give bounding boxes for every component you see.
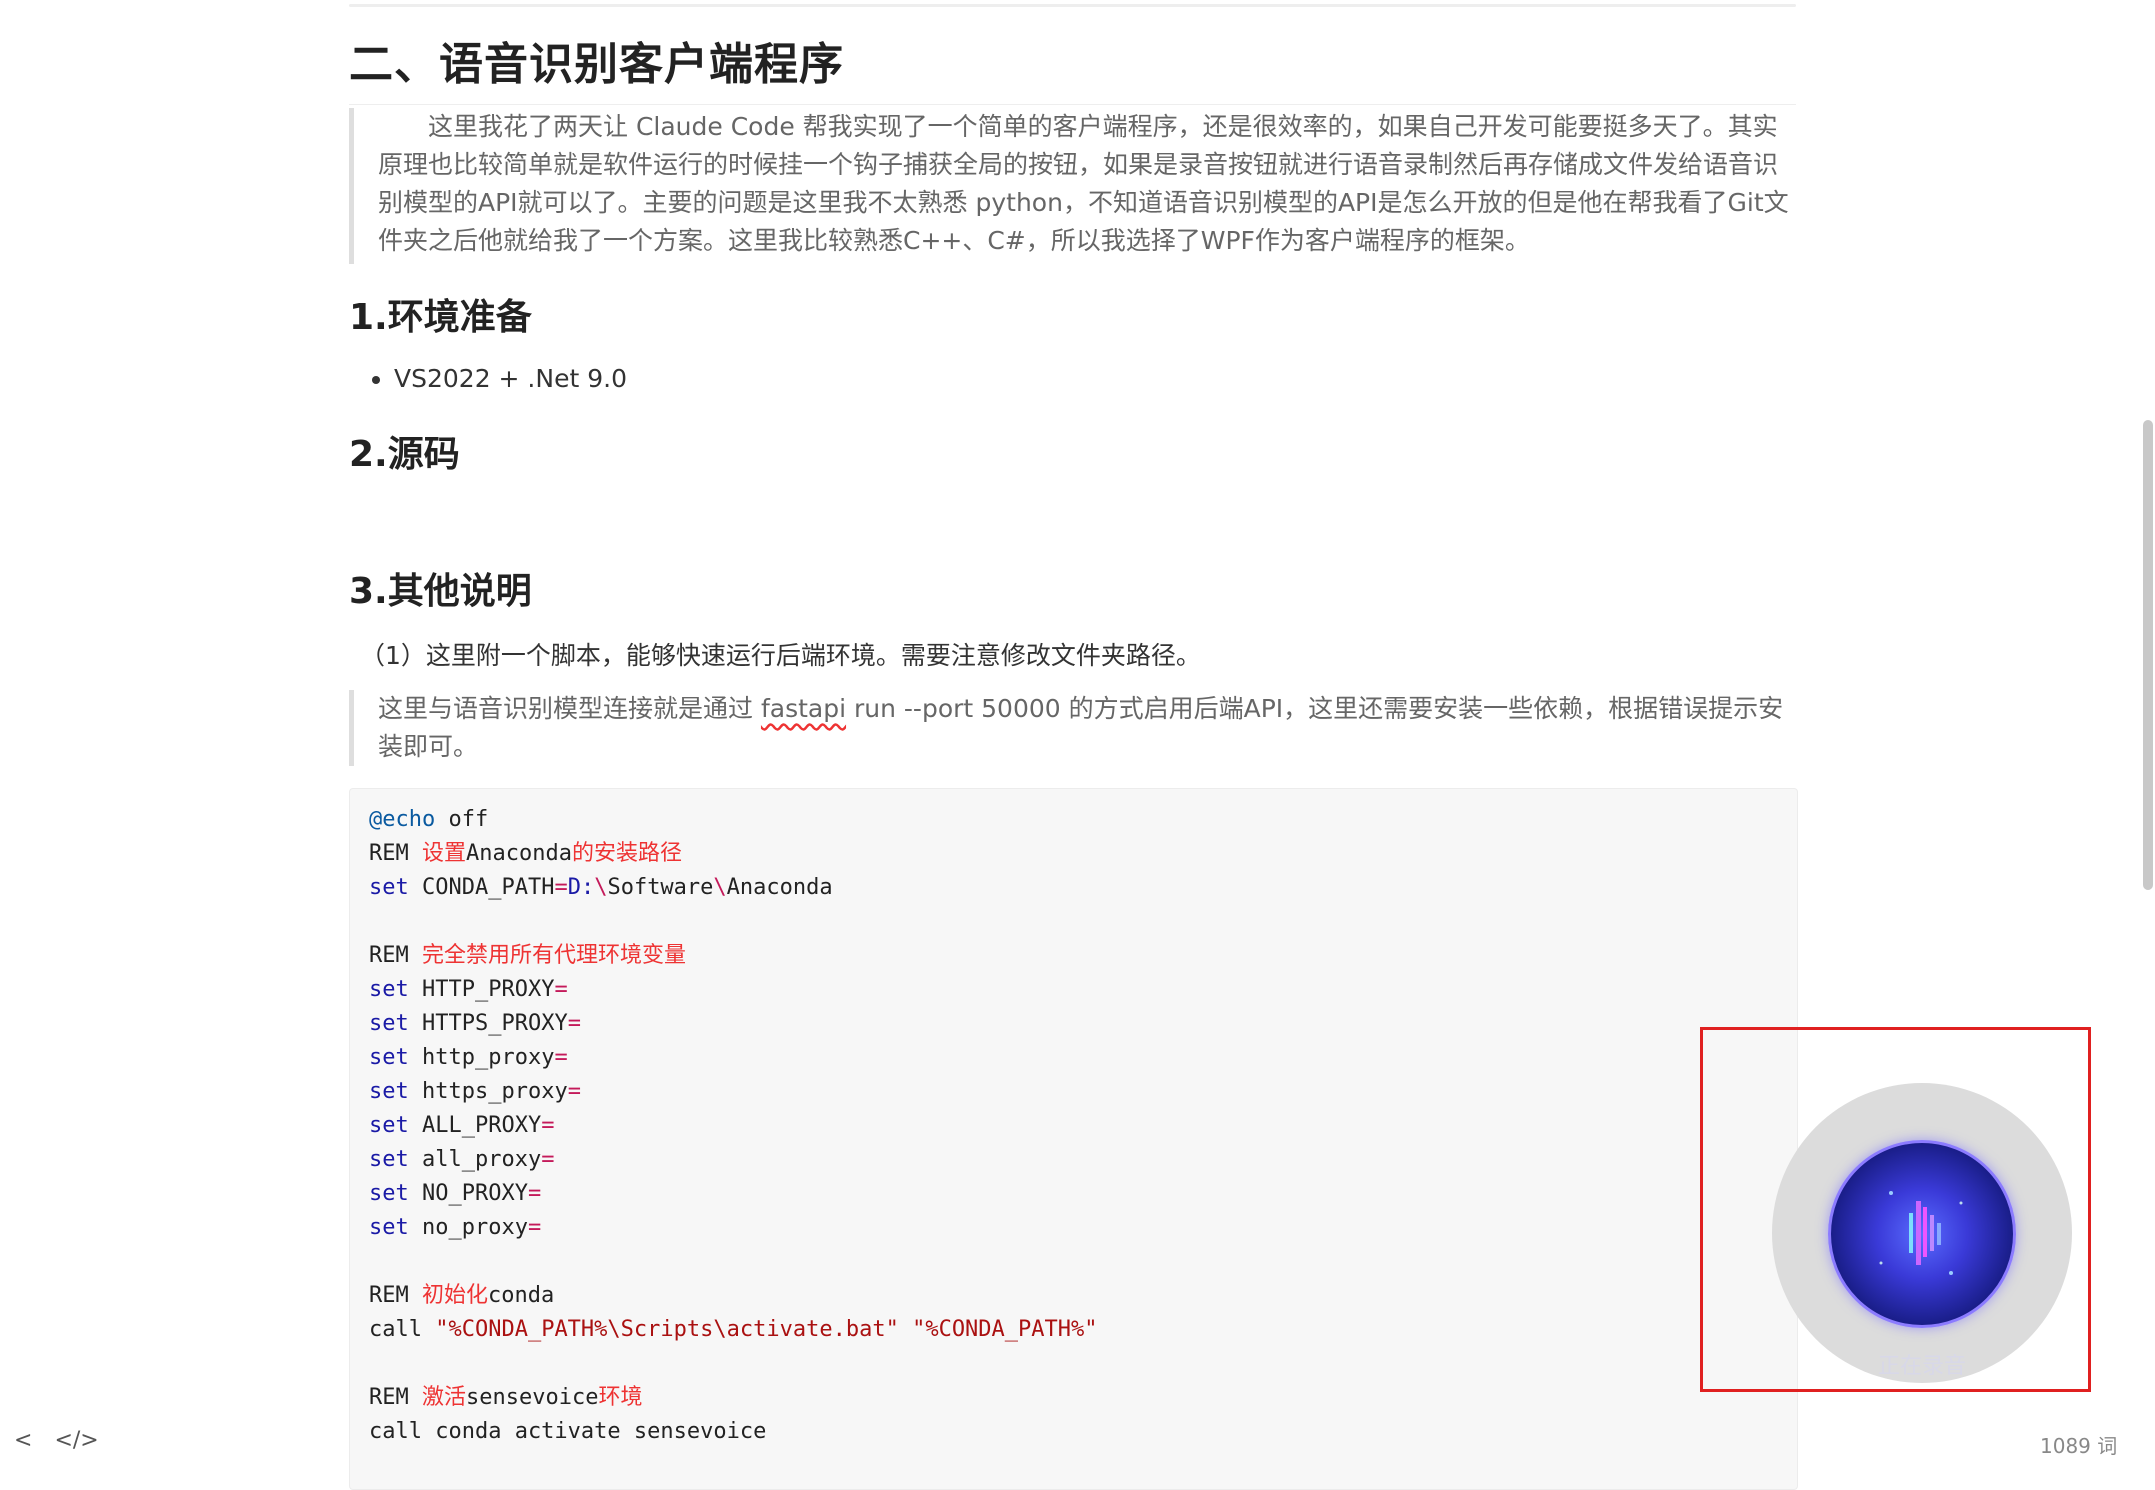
code-token: "%CONDA_PATH%\Scripts\activate.bat" [435,1317,899,1342]
word-count: 1089 词 [2040,1434,2118,1458]
section-heading: 二、语音识别客户端程序 [349,28,1796,105]
code-token: Software [607,875,714,900]
code-token: 完全禁用所有代理环境变量 [421,943,686,968]
code-token: = [567,1079,581,1104]
code-token: 设置 [421,841,466,866]
source-code-icon[interactable]: </> [54,1428,98,1453]
code-token: = [541,1147,555,1172]
code-token: set [369,875,409,900]
other-paragraph: （1）这里附一个脚本，能够快速运行后端环境。需要注意修改文件夹路径。 [360,641,1201,670]
fastapi-blockquote: 这里与语音识别模型连接就是通过 fastapi run --port 50000… [349,690,1798,766]
footer-toolbar: < </> [14,1428,121,1453]
intro-blockquote: 这里我花了两天让 Claude Code 帮我实现了一个简单的客户端程序，还是很… [349,108,1798,264]
recording-orb-icon[interactable] [1828,1140,2016,1328]
code-token: HTTPS_PROXY [422,1011,568,1036]
code-token: sensevoice [466,1385,599,1410]
code-token: \ [713,875,727,900]
code-token: set [369,1147,409,1172]
code-token: \ [594,875,608,900]
quote2-text-a: 这里与语音识别模型连接就是通过 [378,694,761,723]
code-token: = [541,1113,555,1138]
source-heading: 2.源码 [349,434,460,475]
code-block[interactable]: @echo off REM 设置Anaconda的安装路径 set CONDA_PA… [349,788,1798,1490]
code-token: all_proxy [422,1147,542,1172]
code-token: off [435,807,489,832]
code-token: set [369,1011,409,1036]
scrollbar-thumb[interactable] [2143,420,2153,890]
code-token: set [369,1079,409,1104]
code-token: 的安装路径 [571,841,682,866]
code-token: "%CONDA_PATH%" [912,1317,1098,1342]
code-token: set [369,1215,409,1240]
code-content: @echo off REM 设置Anaconda的安装路径 set CONDA_PA… [369,803,1098,1449]
code-token: Anaconda [726,875,833,900]
code-token: = [527,1181,542,1206]
code-token: set [369,1113,409,1138]
code-token: = [567,1011,581,1036]
voice-status-label: 正在录音 [1877,1354,1966,1379]
code-token: NO_PROXY [422,1181,528,1206]
code-token: D: [567,875,595,900]
code-token: @echo [369,807,436,832]
code-token: call conda activate sensevoice [369,1419,767,1444]
list-item: VS2022 + .Net 9.0 [394,360,627,398]
waveform-icon [1879,1191,1963,1275]
code-token: REM [369,1283,422,1308]
code-token: 激活 [421,1385,466,1410]
code-token: CONDA_PATH [408,875,555,900]
other-heading: 3.其他说明 [349,571,532,612]
spellcheck-word[interactable]: fastapi [761,694,846,723]
code-token: = [527,1215,542,1240]
code-token: 初始化 [421,1283,488,1308]
code-token: REM [369,841,422,866]
code-token: = [554,977,568,1002]
code-token: https_proxy [422,1079,568,1104]
code-token: = [554,875,568,900]
code-token: set [369,1181,409,1206]
code-token: HTTP_PROXY [422,977,555,1002]
code-token: REM [369,943,422,968]
env-heading: 1.环境准备 [349,297,532,338]
code-token: 环境 [598,1385,643,1410]
back-arrow-icon[interactable]: < [14,1428,32,1453]
code-token: no_proxy [422,1215,528,1240]
code-token: REM [369,1385,422,1410]
code-token: conda [488,1283,555,1308]
env-list: VS2022 + .Net 9.0 [349,360,627,398]
code-token: = [554,1045,568,1070]
code-token: set [369,977,409,1002]
code-token: call [369,1317,436,1342]
code-token: set [369,1045,409,1070]
intro-text: 这里我花了两天让 Claude Code 帮我实现了一个简单的客户端程序，还是很… [378,112,1789,255]
code-token: Anaconda [466,841,572,866]
top-divider [349,4,1796,7]
code-token: ALL_PROXY [422,1113,542,1138]
code-token: http_proxy [422,1045,555,1070]
